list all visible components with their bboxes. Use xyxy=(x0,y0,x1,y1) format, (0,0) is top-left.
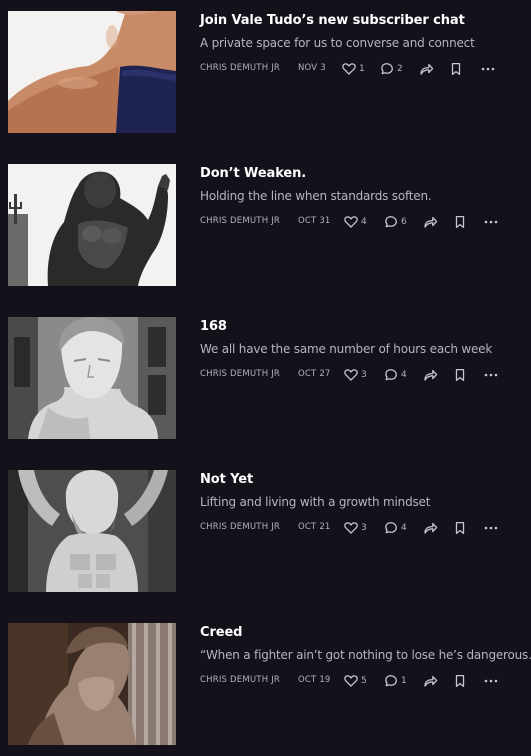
bookmark-button[interactable] xyxy=(454,366,466,384)
heart-icon xyxy=(344,369,358,381)
post-date: OCT 21 xyxy=(298,522,331,532)
share-button[interactable] xyxy=(423,672,438,690)
post-date: NOV 3 xyxy=(298,63,326,73)
post-title[interactable]: 168 xyxy=(200,319,227,334)
post-thumbnail-statue-head[interactable] xyxy=(8,317,176,439)
post-subtitle[interactable]: “When a fighter ain’t got nothing to los… xyxy=(200,648,531,662)
comment-count: 1 xyxy=(401,676,407,686)
post-meta: CHRIS DEMUTH JR NOV 3 1 2 xyxy=(200,60,525,78)
post-author[interactable]: CHRIS DEMUTH JR xyxy=(200,675,280,685)
comment-bubble-icon xyxy=(381,63,393,75)
heart-icon xyxy=(344,216,358,228)
share-arrow-icon xyxy=(424,522,438,534)
post-subtitle[interactable]: A private space for us to converse and c… xyxy=(200,36,475,50)
more-dots-icon xyxy=(484,220,498,224)
share-button[interactable] xyxy=(423,213,438,231)
post-author[interactable]: CHRIS DEMUTH JR xyxy=(200,522,280,532)
comment-bubble-icon xyxy=(385,216,397,228)
like-button[interactable]: 4 xyxy=(344,213,367,231)
post-subtitle[interactable]: Lifting and living with a growth mindset xyxy=(200,495,430,509)
more-dots-icon xyxy=(484,526,498,530)
more-options-button[interactable] xyxy=(483,519,499,537)
more-dots-icon xyxy=(481,67,495,71)
comment-button[interactable]: 2 xyxy=(380,60,403,78)
more-dots-icon xyxy=(484,679,498,683)
post-author[interactable]: CHRIS DEMUTH JR xyxy=(200,369,280,379)
post-subtitle[interactable]: Holding the line when standards soften. xyxy=(200,189,432,203)
share-button[interactable] xyxy=(419,60,434,78)
comment-bubble-icon xyxy=(385,675,397,687)
post-meta: CHRIS DEMUTH JR OCT 19 5 1 xyxy=(200,672,525,690)
post-thumbnail-atlas[interactable] xyxy=(8,470,176,592)
like-button[interactable]: 5 xyxy=(344,672,367,690)
post-thumbnail-david[interactable] xyxy=(8,623,176,745)
like-count: 3 xyxy=(361,523,367,533)
like-count: 5 xyxy=(361,676,367,686)
bookmark-icon xyxy=(451,62,461,76)
like-button[interactable]: 1 xyxy=(342,60,365,78)
post-item[interactable]: Join Vale Tudo’s new subscriber chat A p… xyxy=(0,11,531,133)
bookmark-icon xyxy=(455,368,465,382)
share-arrow-icon xyxy=(424,675,438,687)
comment-count: 4 xyxy=(401,523,407,533)
bookmark-icon xyxy=(455,674,465,688)
comment-bubble-icon xyxy=(385,369,397,381)
comment-count: 4 xyxy=(401,370,407,380)
more-options-button[interactable] xyxy=(480,60,496,78)
comment-bubble-icon xyxy=(385,522,397,534)
comment-count: 2 xyxy=(397,64,403,74)
comment-button[interactable]: 4 xyxy=(384,519,407,537)
post-thumbnail-neptune[interactable] xyxy=(8,164,176,286)
heart-icon xyxy=(344,522,358,534)
post-title[interactable]: Creed xyxy=(200,625,243,640)
post-thumbnail-bicep[interactable] xyxy=(8,11,176,133)
comment-button[interactable]: 4 xyxy=(384,366,407,384)
more-options-button[interactable] xyxy=(483,213,499,231)
comment-button[interactable]: 6 xyxy=(384,213,407,231)
post-item[interactable]: Not Yet Lifting and living with a growth… xyxy=(0,470,531,592)
bookmark-button[interactable] xyxy=(454,519,466,537)
post-date: OCT 31 xyxy=(298,216,331,226)
more-options-button[interactable] xyxy=(483,672,499,690)
like-count: 1 xyxy=(359,64,365,74)
like-button[interactable]: 3 xyxy=(344,519,367,537)
post-date: OCT 19 xyxy=(298,675,331,685)
post-date: OCT 27 xyxy=(298,369,331,379)
comment-button[interactable]: 1 xyxy=(384,672,407,690)
post-author[interactable]: CHRIS DEMUTH JR xyxy=(200,63,280,73)
post-subtitle[interactable]: We all have the same number of hours eac… xyxy=(200,342,492,356)
share-arrow-icon xyxy=(420,63,434,75)
post-item[interactable]: Don’t Weaken. Holding the line when stan… xyxy=(0,164,531,286)
post-title[interactable]: Join Vale Tudo’s new subscriber chat xyxy=(200,13,465,28)
bookmark-button[interactable] xyxy=(450,60,462,78)
post-item[interactable]: 168 We all have the same number of hours… xyxy=(0,317,531,439)
more-dots-icon xyxy=(484,373,498,377)
post-feed: Join Vale Tudo’s new subscriber chat A p… xyxy=(0,0,531,756)
post-meta: CHRIS DEMUTH JR OCT 27 3 4 xyxy=(200,366,525,384)
bookmark-button[interactable] xyxy=(454,672,466,690)
heart-icon xyxy=(342,63,356,75)
more-options-button[interactable] xyxy=(483,366,499,384)
like-count: 4 xyxy=(361,217,367,227)
post-item[interactable]: Creed “When a fighter ain’t got nothing … xyxy=(0,623,531,745)
like-button[interactable]: 3 xyxy=(344,366,367,384)
share-arrow-icon xyxy=(424,216,438,228)
share-button[interactable] xyxy=(423,366,438,384)
post-author[interactable]: CHRIS DEMUTH JR xyxy=(200,216,280,226)
post-title[interactable]: Not Yet xyxy=(200,472,253,487)
heart-icon xyxy=(344,675,358,687)
share-button[interactable] xyxy=(423,519,438,537)
post-meta: CHRIS DEMUTH JR OCT 21 3 4 xyxy=(200,519,525,537)
share-arrow-icon xyxy=(424,369,438,381)
bookmark-icon xyxy=(455,521,465,535)
bookmark-button[interactable] xyxy=(454,213,466,231)
post-meta: CHRIS DEMUTH JR OCT 31 4 6 xyxy=(200,213,525,231)
bookmark-icon xyxy=(455,215,465,229)
comment-count: 6 xyxy=(401,217,407,227)
post-title[interactable]: Don’t Weaken. xyxy=(200,166,306,181)
like-count: 3 xyxy=(361,370,367,380)
